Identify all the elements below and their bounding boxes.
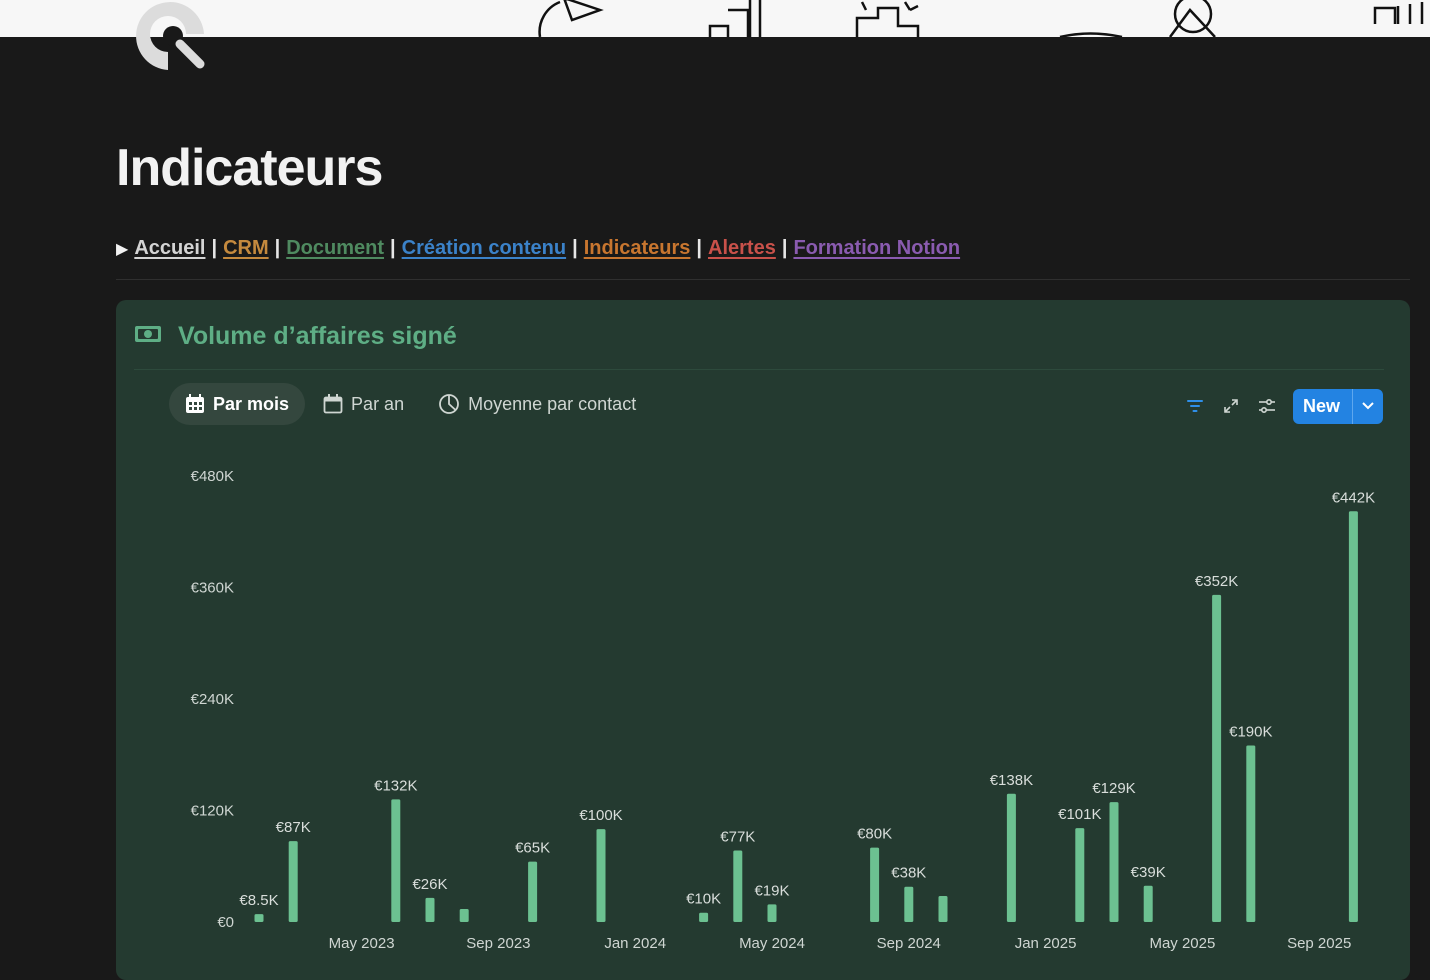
bar-chart: €0 €120K €240K €360K €480K May 2023 Sep 2023 Ja… (191, 468, 1375, 952)
x-tick-label: Jan 2025 (1015, 935, 1077, 952)
chart-bar (528, 861, 538, 922)
bar-data-label: €352K (1195, 573, 1238, 590)
bar-data-label: €80K (857, 826, 892, 843)
nav-separator: | (781, 237, 788, 259)
bar-data-label: €65K (515, 840, 550, 857)
chart-bar (596, 829, 606, 922)
chart-callout-panel: Volume d’affaires signé Par mois Par an (116, 300, 1410, 980)
chart-bar (733, 850, 743, 922)
nav-link-alertes[interactable]: Alertes (708, 237, 776, 260)
bar-data-label: €129K (1092, 780, 1135, 797)
x-tick-label: May 2023 (329, 935, 395, 952)
bar-data-label: €138K (990, 772, 1033, 789)
chart-bar (391, 799, 401, 922)
x-tick-label: May 2025 (1149, 935, 1215, 952)
y-tick-label: €480K (191, 468, 234, 485)
chart-bar (1246, 745, 1256, 922)
chart-bar (767, 904, 777, 922)
nav-separator: | (211, 237, 218, 259)
bar-data-label: €100K (579, 807, 622, 824)
divider (116, 279, 1410, 280)
cover-illustration (538, 0, 1424, 37)
page-title: Indicateurs (116, 139, 383, 197)
company-logo (128, 0, 210, 77)
x-tick-label: Sep 2025 (1287, 935, 1351, 952)
x-tick-label: May 2024 (739, 935, 805, 952)
chart-bar (938, 895, 948, 922)
chart-bar (288, 841, 298, 922)
bar-data-label: €442K (1332, 489, 1375, 506)
bar-data-label: €101K (1058, 806, 1101, 823)
y-tick-label: €240K (191, 691, 234, 708)
y-tick-label: €120K (191, 803, 234, 820)
nav-link-formation-notion[interactable]: Formation Notion (793, 237, 960, 260)
bar-data-label: €190K (1229, 723, 1272, 740)
chart-bar (699, 912, 709, 922)
nav-link-crm[interactable]: CRM (223, 237, 269, 260)
chart-bar (1109, 802, 1119, 922)
bar-data-label: €39K (1131, 864, 1166, 881)
chart-bar (459, 908, 469, 922)
bar-data-label: €26K (412, 876, 447, 893)
bar-data-label: €38K (891, 865, 926, 882)
nav-link-creation-contenu[interactable]: Création contenu (402, 237, 566, 260)
bar-data-label: €87K (276, 819, 311, 836)
breadcrumb-nav: ▶ Accueil | CRM | Document | Création co… (116, 237, 960, 260)
chart-bar (1075, 828, 1085, 922)
cover-image (0, 0, 1430, 37)
chart-bar (1348, 511, 1358, 922)
nav-separator: | (274, 237, 281, 259)
bar-data-label: €19K (754, 882, 789, 899)
nav-link-document[interactable]: Document (286, 237, 384, 260)
y-tick-label: €0 (217, 914, 234, 931)
toggle-triangle-icon[interactable]: ▶ (116, 239, 128, 259)
chart-bar (425, 897, 435, 922)
nav-separator: | (696, 237, 703, 259)
bar-data-label: €10K (686, 891, 721, 908)
y-tick-label: €360K (191, 580, 234, 597)
nav-link-indicateurs[interactable]: Indicateurs (584, 237, 691, 260)
nav-separator: | (390, 237, 396, 259)
bar-data-label: €132K (374, 777, 417, 794)
chart-bar (904, 886, 914, 922)
chart-bar (254, 914, 264, 922)
x-tick-label: Sep 2023 (466, 935, 530, 952)
nav-link-accueil[interactable]: Accueil (134, 237, 205, 260)
chart-bar (870, 847, 880, 922)
chart-bar (1006, 793, 1016, 922)
bar-data-label: €8.5K (239, 892, 278, 909)
nav-separator: | (572, 237, 578, 259)
chart-bar (1143, 885, 1153, 922)
x-tick-label: Jan 2024 (604, 935, 666, 952)
chart-bar (1212, 594, 1222, 922)
x-tick-label: Sep 2024 (877, 935, 941, 952)
bar-data-label: €77K (720, 828, 755, 845)
